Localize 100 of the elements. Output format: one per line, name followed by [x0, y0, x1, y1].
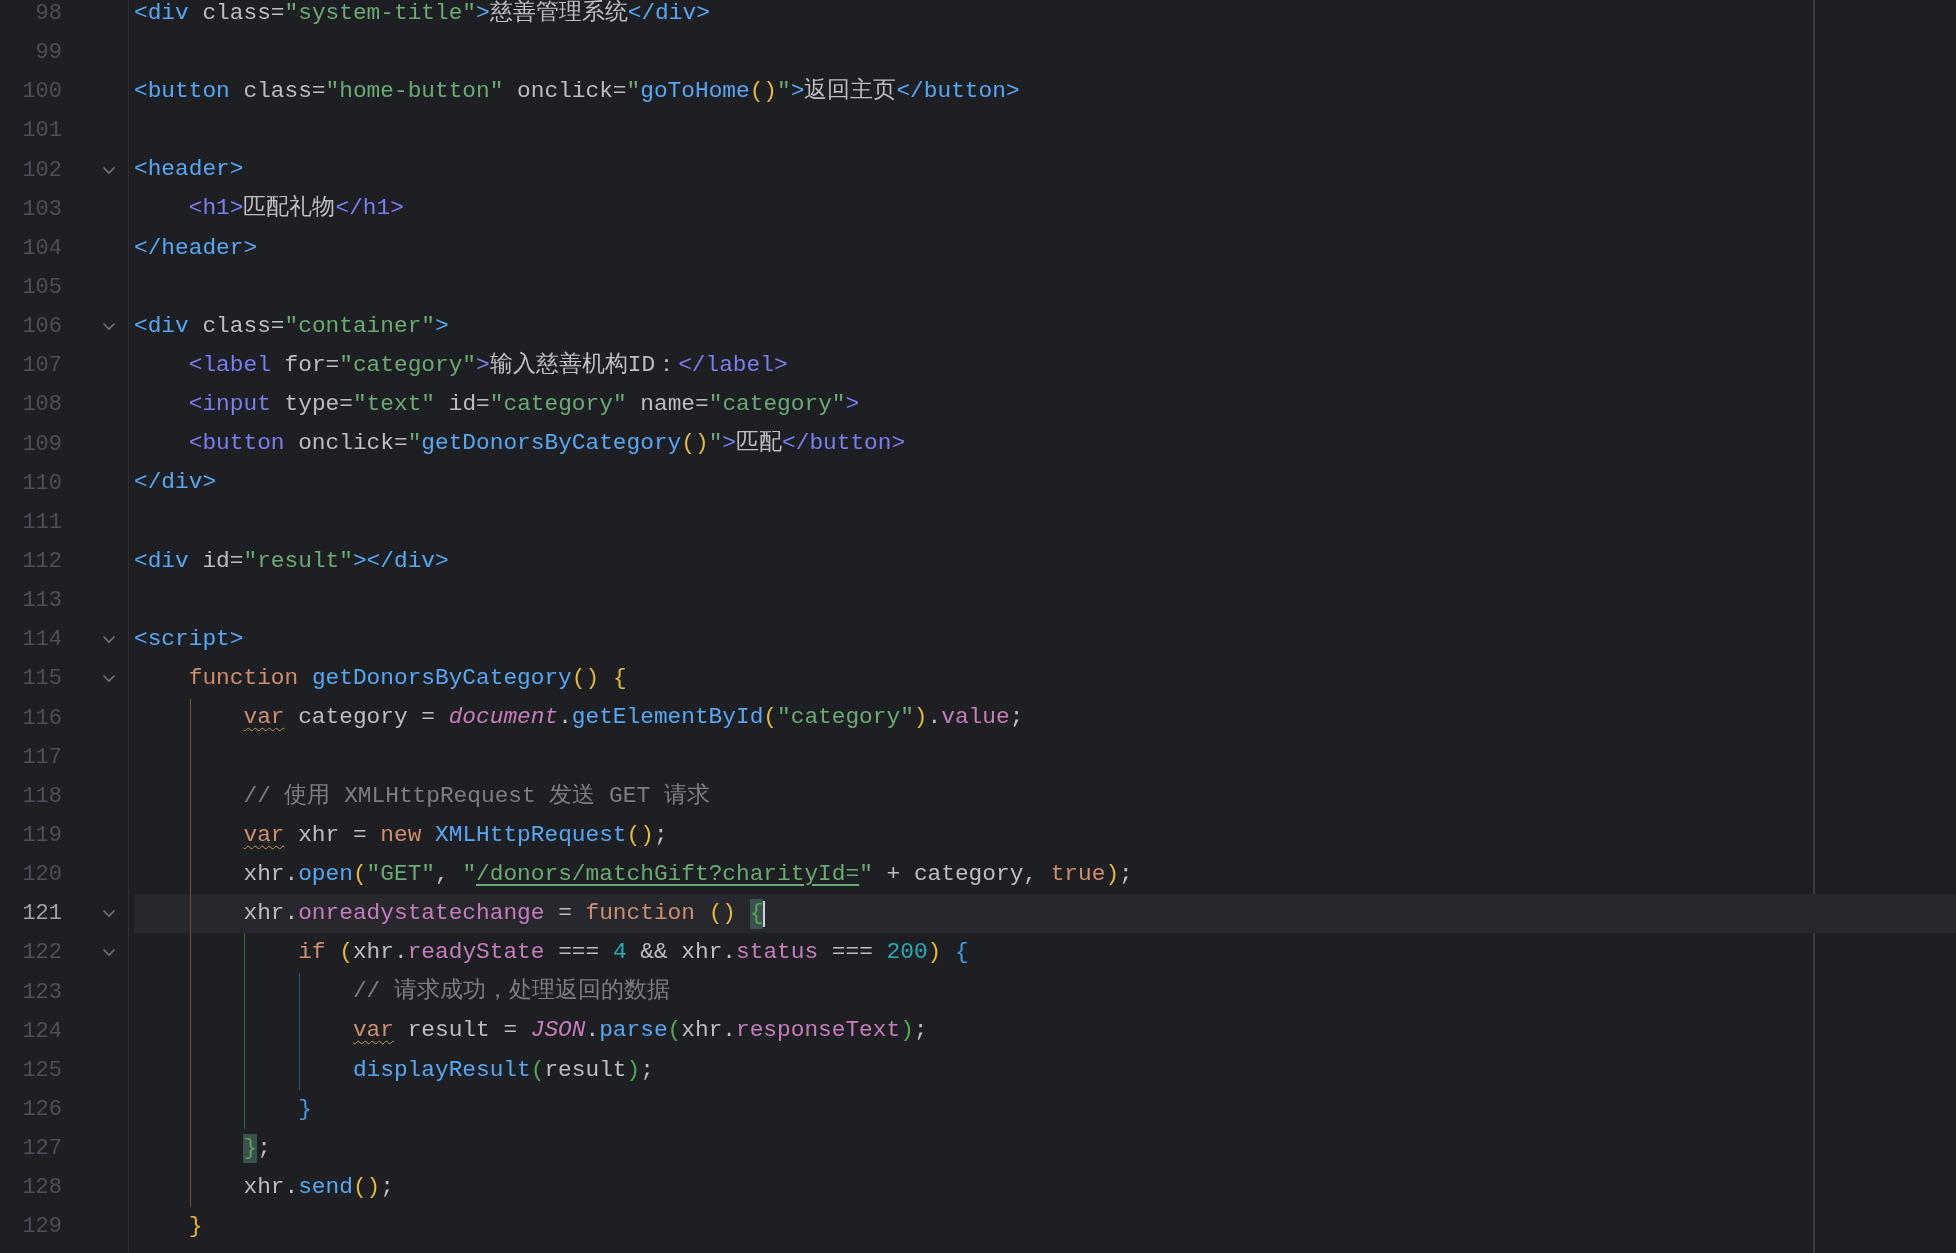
property-name: status — [736, 938, 819, 968]
code-text: === — [831, 938, 874, 968]
text-content: 输入慈善机构ID： — [489, 351, 679, 380]
text-content: 匹配 — [736, 429, 782, 459]
function-name: getElementById — [571, 703, 764, 733]
bracket: () — [749, 77, 778, 107]
string-literal: "home-button" — [325, 77, 504, 107]
keyword: function — [585, 899, 695, 928]
property-name: onreadystatechange — [298, 899, 545, 928]
string-literal: " — [859, 859, 873, 889]
string-literal: " — [708, 429, 723, 459]
bracket: ( — [763, 703, 778, 733]
attribute-name: class — [243, 77, 312, 107]
bracket: { — [612, 664, 627, 694]
html-tag: <h1> — [188, 194, 244, 225]
code-text: = — [325, 351, 340, 380]
attribute-name: type — [284, 390, 340, 420]
html-tag: <input — [188, 390, 271, 420]
html-tag: <label — [188, 351, 271, 381]
bracket: } — [188, 1212, 203, 1242]
keyword: if — [298, 938, 326, 968]
fold-chevron-icon[interactable] — [102, 674, 116, 684]
function-name: getDonorsByCategory — [421, 429, 682, 459]
comment: // 请求成功，处理返回的数据 — [352, 977, 670, 1007]
global-object: document — [448, 703, 559, 733]
code-text: && xhr. — [640, 938, 737, 968]
property-name: responseText — [736, 1016, 901, 1046]
code-text: . — [927, 703, 942, 733]
html-tag: </div> — [134, 468, 217, 499]
code-text: ; — [913, 1016, 928, 1046]
code-text: xhr. — [243, 1172, 299, 1202]
html-tag: <div — [134, 546, 189, 577]
code-text: ; — [380, 1172, 394, 1202]
html-tag: ></div> — [352, 546, 449, 577]
function-name: getDonorsByCategory — [311, 664, 572, 694]
function-name: goToHome — [640, 77, 750, 107]
number-literal: 200 — [886, 938, 928, 968]
html-tag: <header> — [134, 155, 244, 185]
keyword: true — [1050, 859, 1106, 889]
code-text: = — [229, 546, 244, 576]
bracket: ) — [626, 1055, 641, 1085]
text-content: 慈善管理系统 — [489, 0, 628, 28]
code-text: result — [544, 1055, 627, 1085]
bracket: { — [954, 938, 969, 968]
string-literal: " — [777, 77, 791, 107]
string-literal: "system-title" — [284, 0, 477, 28]
string-literal: /donors/matchGift?charityId= — [476, 859, 860, 889]
bracket: ( — [352, 859, 367, 889]
html-tag: </h1> — [335, 194, 404, 225]
keyword: var — [243, 820, 285, 850]
html-tag: > — [476, 0, 490, 29]
code-text: = — [558, 899, 573, 928]
bracket: () — [681, 429, 709, 459]
code-text: = — [393, 429, 408, 459]
html-tag: <button — [188, 429, 285, 459]
fold-chevron-icon[interactable] — [102, 635, 116, 645]
line-number: 121 — [21, 901, 62, 927]
bracket: () — [352, 1172, 381, 1202]
function-name: open — [298, 859, 353, 889]
function-name: XMLHttpRequest — [435, 820, 627, 850]
code-text: result = — [407, 1016, 519, 1046]
bracket: ) — [913, 703, 928, 733]
code-text: xhr. — [243, 859, 299, 889]
string-literal: "container" — [284, 311, 435, 341]
global-object: JSON — [530, 1016, 586, 1046]
bracket: ( — [530, 1055, 545, 1085]
code-text: xhr = — [298, 820, 368, 850]
function-name: send — [298, 1172, 353, 1202]
code-text: ; — [257, 1133, 271, 1163]
html-tag: > — [476, 351, 490, 381]
function-name: parse — [599, 1016, 668, 1046]
bracket: ( — [667, 1016, 682, 1046]
fold-chevron-icon[interactable] — [102, 909, 116, 919]
code-text: = — [339, 390, 353, 420]
fold-chevron-icon[interactable] — [102, 165, 116, 175]
text-content: 匹配礼物 — [243, 194, 336, 224]
string-literal: " — [407, 429, 422, 459]
number-literal: 4 — [612, 938, 627, 968]
attribute-name: id — [202, 546, 230, 576]
string-literal: "result" — [243, 546, 353, 576]
string-literal: " — [462, 859, 477, 889]
bracket: () — [708, 899, 737, 928]
property-name: value — [941, 703, 1010, 733]
html-tag: > — [435, 311, 449, 342]
string-literal: "category" — [777, 703, 914, 733]
html-tag: <button — [134, 77, 230, 107]
bracket: ) — [927, 938, 942, 968]
fold-chevron-icon[interactable] — [102, 322, 116, 332]
code-text: = — [311, 77, 326, 107]
code-text: xhr. — [681, 1016, 736, 1046]
keyword: var — [243, 703, 285, 733]
fold-chevron-icon[interactable] — [102, 948, 116, 958]
attribute-name: onclick — [298, 429, 394, 459]
attribute-name: for — [284, 351, 326, 380]
attribute-name: onclick — [517, 77, 613, 107]
code-text: , — [435, 859, 450, 889]
html-tag: </label> — [678, 351, 788, 381]
keyword: new — [380, 820, 422, 850]
bracket: } — [298, 1094, 312, 1124]
html-tag: <div — [134, 311, 189, 342]
